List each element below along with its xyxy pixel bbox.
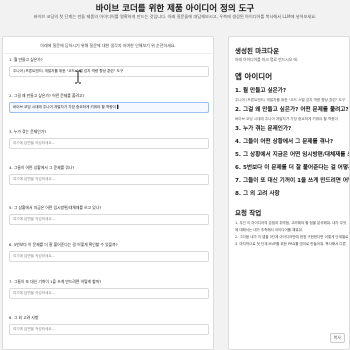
- question-label: 1. 뭘 만들고 싶은가?: [9, 57, 43, 62]
- markdown-output-panel: 생성된 마크다운 아래 아이디어를 마크 명료 만드시오 에. 앱 아이디어 1…: [228, 36, 350, 350]
- output-item-1: 1. 뭘 만들고 싶은가?: [235, 88, 287, 94]
- output-item-5: 5. 그 상황에서 지금은 어떤 임시방편/대체재를 쓰고 있나?: [235, 152, 349, 158]
- answer-field-7[interactable]: 여기에 답변을 작성하세요...: [9, 288, 209, 299]
- answer-field-4[interactable]: 여기에 답변을 작성하세요...: [9, 174, 209, 185]
- question-5: 5. 그 상황에서 지금은 어떤 임시방편/대체재를 쓰고 있나? 여기에 답변…: [9, 205, 209, 225]
- question-label: 4. 그들이 어떤 상황에서 그 문제를 겪나?: [9, 165, 75, 170]
- output-item-6: 6. 5번보다 이 문제를 더 잘 풀어준다는 걸 어떻게 확인할 수 있을까?: [235, 165, 349, 171]
- question-label: 2. 그걸 왜 만들고 싶은가? 어떤 문제를 풀려고?: [9, 93, 85, 98]
- question-label: 7. 그들이 또 대신 기꺼이 1을 쓰게 만드려면 어떻게 할까?: [9, 279, 102, 284]
- form-intro: 아래에 질문에 답하시기 위해 질문에 대한 생각지 하여한 인해보기 위 순전…: [3, 37, 213, 54]
- question-6: 6. 5번보다 이 문제를 더 잘 풀어준다는 걸 어떻게 확인할 수 있을까?…: [9, 242, 209, 262]
- requirement-line: 3. 마지막으로 첫 단계 MVP를 위한 PRD를 영어로 만들어줘. 복사해…: [235, 242, 346, 246]
- page-title: 바이브 코더를 위한 제품 아이디어 정의 도구: [95, 4, 255, 14]
- question-label: 5. 그 상황에서 지금은 어떤 임시방편/대체재를 쓰고 있나?: [9, 205, 102, 210]
- question-label: 8. 그 외 고려 사항: [9, 315, 39, 320]
- output-heading: 생성된 마크다운: [235, 47, 280, 55]
- output-section-title: 앱 아이디어: [235, 72, 273, 81]
- question-4: 4. 그들이 어떤 상황에서 그 문제를 겪나? 여기에 답변을 작성하세요..…: [9, 165, 209, 185]
- page-subtitle: 바이브 코딩의 첫 단계는 만들 제품의 아이디어를 명확하게 만드는 것입니다…: [33, 14, 317, 19]
- question-label: 3. 누가 겪는 문제인가?: [9, 129, 47, 134]
- answer-field-3[interactable]: 여기에 답변을 작성하세요...: [9, 138, 209, 149]
- output-item-2: 2. 그걸 왜 만들고 싶은가? 어떤 문제를 풀려고?: [235, 107, 349, 113]
- text-cursor-icon: [75, 70, 81, 84]
- question-3: 3. 누가 겪는 문제인가? 여기에 답변을 작성하세요...: [9, 129, 209, 149]
- question-2: 2. 그걸 왜 만들고 싶은가? 어떤 문제를 풀려고? 바이브 코딩 시대에 …: [9, 93, 209, 113]
- copy-button[interactable]: 복사: [329, 333, 345, 343]
- output-subheading: 아래 아이디어를 마크 명료 만드시오 에.: [235, 57, 299, 62]
- answer-field-6[interactable]: 여기에 답변을 작성하세요...: [9, 251, 209, 262]
- requirement-line: 1. 우선 이 아이디어의 강점과 취약점, 고려해야 할 점을 분석해줘. 내…: [235, 221, 347, 225]
- answer-field-2[interactable]: 바이브 코딩 시대에 주니어 개발자가 가장 중요하게 키워야 할 역량이 ▌: [9, 102, 209, 113]
- question-8: 8. 그 외 고려 사항 여기에 답변을 작성하세요...: [9, 315, 209, 335]
- requirement-line: 에 대해서는 내가 추측해서 아이디어를 채워줘.: [235, 228, 303, 232]
- requirements-title: 요청 작업: [235, 209, 262, 217]
- answer-field-8[interactable]: 여기에 답변을 작성하세요...: [9, 324, 209, 335]
- answer-field-1[interactable]: 주니어 (프론트엔드) 개발자를 위한 "코드 스멜 감지 역량 향상 훈련" …: [9, 66, 209, 77]
- output-item-3: 3. 누가 겪는 문제인가?: [235, 126, 292, 132]
- output-item-4: 4. 그들이 어떤 상황에서 그 문제를 겪나?: [235, 139, 334, 145]
- question-1: 1. 뭘 만들고 싶은가? 주니어 (프론트엔드) 개발자를 위한 "코드 스멜…: [9, 57, 209, 77]
- question-7: 7. 그들이 또 대신 기꺼이 1을 쓰게 만드려면 어떻게 할까? 여기에 답…: [9, 279, 209, 299]
- requirement-line: 2. 그다음 내가 이 앱을 3단계 아이디어만에 한정 구현한다면 어떻게 단…: [235, 235, 349, 239]
- question-form-panel: 아래에 질문에 답하시기 위해 질문에 대한 생각지 하여한 인해보기 위 순전…: [2, 36, 214, 350]
- answer-field-5[interactable]: 여기에 답변을 작성하세요...: [9, 214, 209, 225]
- output-item-7: 7. 그들이 또 대신 기꺼이 1을 쓰게 만드려면 어떻게 할까?: [235, 178, 349, 184]
- question-label: 6. 5번보다 이 문제를 더 잘 풀어준다는 걸 어떻게 확인할 수 있을까?: [9, 242, 118, 247]
- output-item-8: 8. 그 외 고려 사항: [235, 191, 280, 197]
